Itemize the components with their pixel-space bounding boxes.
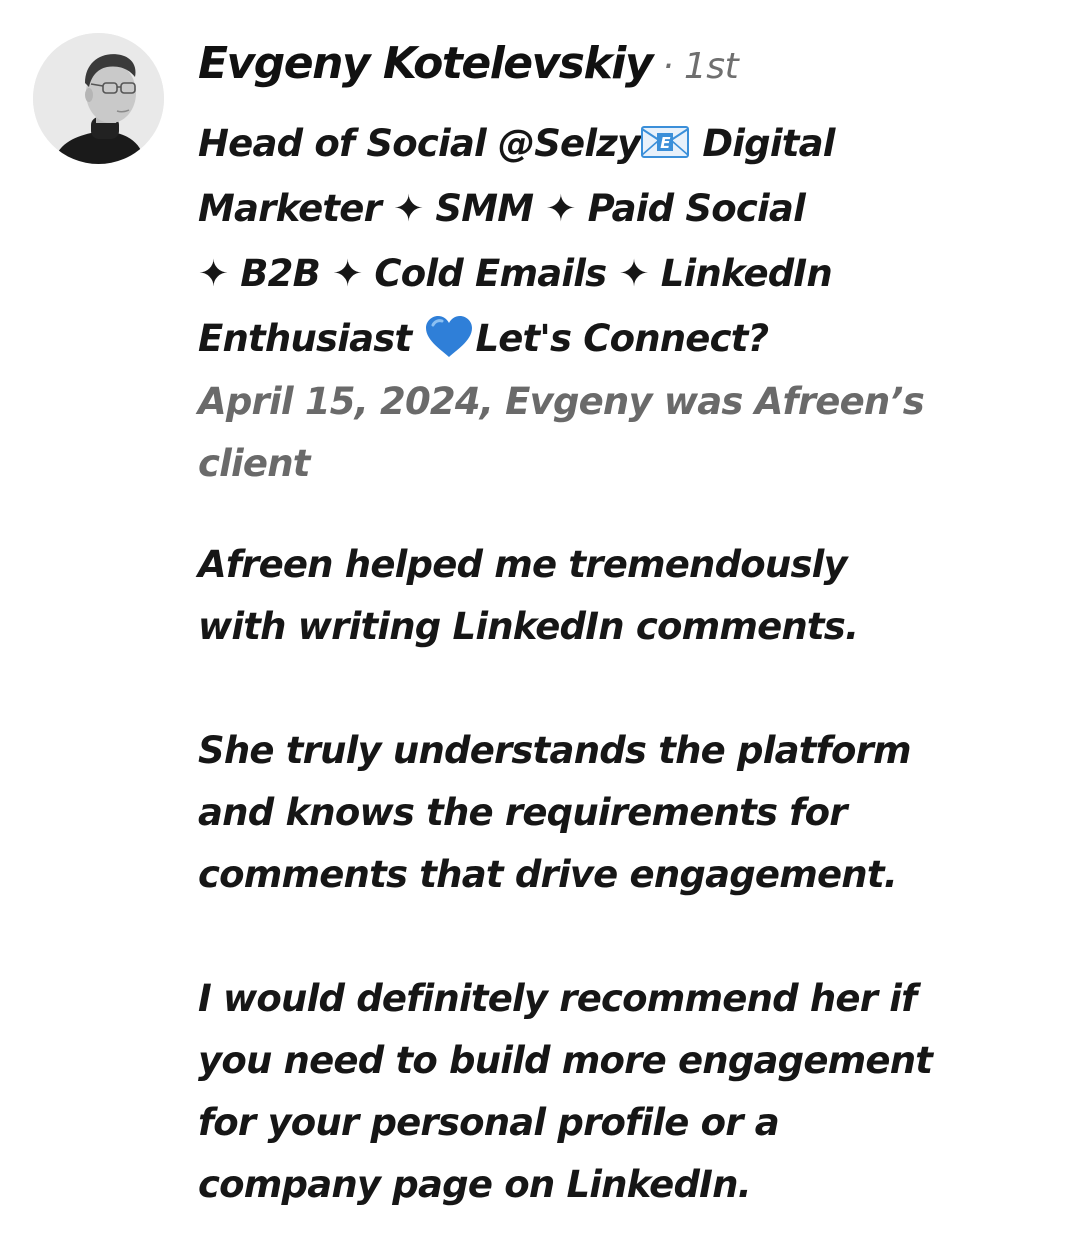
text-line: She truly understands the platform <box>198 729 912 772</box>
headline-text: Head of Social @Selzy <box>198 122 641 165</box>
text-line: I would definitely recommend her if <box>198 977 917 1020</box>
text-line: you need to build more engagement <box>198 1039 933 1082</box>
recommendation-paragraph: She truly understands the platform and k… <box>198 720 1058 906</box>
relationship-meta: April 15, 2024, Evgeny was Afreen’s clie… <box>198 371 1058 495</box>
connection-degree: · 1st <box>662 46 739 87</box>
author-name[interactable]: Evgeny Kotelevskiy <box>198 38 654 89</box>
headline-line: ✦ B2B ✦ Cold Emails ✦ LinkedIn <box>198 252 833 295</box>
recommendation-text: Afreen helped me tremendously with writi… <box>198 534 1058 1216</box>
text-line: Afreen helped me tremendously <box>198 543 848 586</box>
recommendation-content: Evgeny Kotelevskiy · 1st Head of Social … <box>198 38 1058 1216</box>
author-header: Evgeny Kotelevskiy · 1st <box>198 38 1058 104</box>
recommendation-paragraph: I would definitely recommend her if you … <box>198 968 1058 1216</box>
mail-icon: E <box>641 126 690 158</box>
blue-heart-icon <box>426 316 473 357</box>
author-headline: Head of Social @Selzy E Digital Marketer… <box>198 111 1058 371</box>
text-line: with writing LinkedIn comments. <box>198 605 859 648</box>
recommendation-card: Evgeny Kotelevskiy · 1st Head of Social … <box>0 0 1080 1248</box>
text-line: and knows the requirements for <box>198 791 847 834</box>
author-avatar[interactable] <box>33 33 164 164</box>
text-line: comments that drive engagement. <box>198 853 898 896</box>
text-line: for your personal profile or a <box>198 1101 780 1144</box>
relationship-line: client <box>198 442 310 485</box>
headline-text: Digital <box>690 122 835 165</box>
avatar-photo-icon <box>33 33 164 164</box>
text-line: company page on LinkedIn. <box>198 1163 752 1206</box>
headline-line: Enthusiast Let's Connect? <box>198 306 1058 371</box>
headline-text: Let's Connect? <box>475 317 769 360</box>
recommendation-paragraph: Afreen helped me tremendously with writi… <box>198 534 1058 658</box>
relationship-line: April 15, 2024, Evgeny was Afreen’s <box>198 380 925 423</box>
headline-text: Enthusiast <box>198 317 424 360</box>
headline-line: Head of Social @Selzy E Digital <box>198 111 1058 176</box>
headline-line: Marketer ✦ SMM ✦ Paid Social <box>198 187 806 230</box>
svg-text:E: E <box>661 134 672 152</box>
